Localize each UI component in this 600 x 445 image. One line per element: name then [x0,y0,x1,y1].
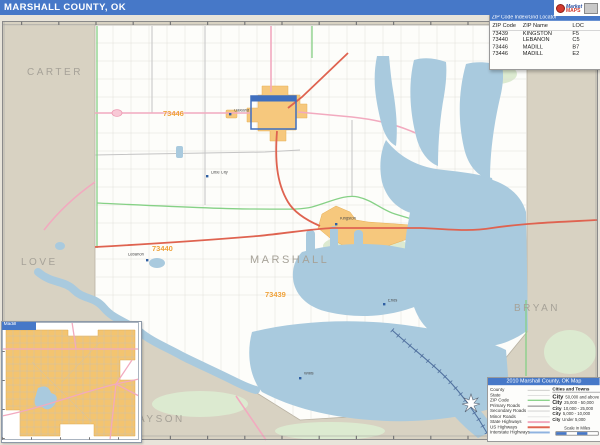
county-label-marshall: MARSHALL [250,254,329,266]
zip-row: 73439 KINGSTON F5 [492,30,600,37]
city-sample: City [552,406,561,412]
legend-label: ZIP Code [490,398,509,403]
county-label-love: LOVE [21,257,58,268]
zip-label-73440: 73440 [152,244,173,253]
legend-swatch [528,405,550,406]
logo-globe-icon [556,4,565,13]
legend-label: Primary Roads [490,404,520,409]
legend-swatch [528,400,550,401]
city-range: Under 5,000 [562,418,585,423]
madill-inset-map: Madill [1,321,142,443]
scale-bar [556,431,599,435]
map-legend: 2010 Marshall County, OK Map County Stat… [487,377,600,442]
legend-label: Secondary Roads [490,409,526,414]
legend-row: Interstate Highways [490,430,550,435]
zip-row: 73446 MADILL B7 [492,44,600,51]
zip-row: 73446 MADILL E2 [492,51,600,58]
scale-bar-box: Scale in Miles [552,426,600,435]
legend-line-column: County State ZIP Code Primary Roads Seco… [490,387,550,435]
legend-label: County [490,388,504,393]
town-label-willis: Willis [304,372,314,376]
zip-loc-cell: E2 [572,51,591,58]
col-zip-code: ZIP Code [492,23,522,30]
zip-row: 73440 LEBANON C5 [492,37,600,44]
legend-swatch [528,411,550,412]
legend-label: State Highways [490,420,522,425]
legend-cities-column: Cities and Towns City 50,000 and above C… [550,387,600,435]
county-label-bryan: BRYAN [514,303,560,314]
inset-canvas [2,322,139,440]
legend-swatch [530,432,550,434]
town-label-kingston: Kingston [340,217,356,221]
legend-swatch [528,390,550,391]
legend-label: State [490,393,501,398]
map-title-bar: MARSHALL COUNTY, OK [0,0,556,15]
zip-code-cell: 73439 [492,30,522,37]
county-label-carter: CARTER [27,67,83,78]
logo-brand-bottom: MAPS [566,9,582,13]
map-title: MARSHALL COUNTY, OK [0,0,556,13]
zip-name-cell: LEBANON [523,37,573,44]
town-label-lebanon: Lebanon [128,253,144,257]
inset-title-chip: Madill [2,322,36,330]
scale-label: Scale in Miles [552,426,600,431]
cities-header: Cities and Towns [552,387,600,392]
zip-index-header-row: ZIP Code ZIP Name LOC [492,23,600,31]
town-label-oakland: Oakland [234,109,249,113]
zip-loc-cell: B7 [572,44,591,51]
zip-loc-cell: C5 [572,37,591,44]
city-class-row: City Under 5,000 [552,418,600,424]
legend-swatch [528,416,550,417]
zip-index-table: ZIP Code Index/Grid Locator ZIP Code ZIP… [489,13,600,70]
town-label-enos: Enos [388,299,397,303]
legend-swatch [528,426,550,428]
city-range: 50,000 and above [565,395,599,400]
zip-label-73439: 73439 [265,290,286,299]
zip-code-cell: 73446 [492,44,522,51]
city-range: 10,000 - 25,000 [564,407,594,412]
city-sample: City [552,399,562,405]
city-sample: City [552,412,561,417]
zip-name-cell: MADILL [523,51,573,58]
secondary-logo [584,3,598,14]
city-range: 25,000 - 50,000 [564,401,594,406]
legend-swatch [528,421,550,423]
legend-swatch [528,395,550,396]
legend-label: US Highways [490,425,517,430]
legend-title: 2010 Marshall County, OK Map [488,378,600,385]
publisher-logo: Market MAPS [554,0,600,16]
zip-code-cell: 73446 [492,51,522,58]
zip-code-cell: 73440 [492,37,522,44]
inset-title: Madill [2,322,29,327]
col-zip-name: ZIP Name [523,23,573,30]
highway-marker-oval [112,110,122,117]
col-loc: LOC [572,23,591,30]
zip-name-cell: MADILL [523,44,573,51]
zip-label-73446: 73446 [163,109,184,118]
marshall-county-map-page: { "header": { "title": "MARSHALL COUNTY,… [0,0,600,442]
zip-loc-cell: F5 [572,30,591,37]
legend-label: Minor Roads [490,414,516,419]
legend-label: Interstate Highways [490,430,530,435]
town-label-little-city: Little City [211,171,228,175]
city-range: 5,000 - 10,000 [563,412,590,417]
city-sample: City [552,418,560,423]
zip-name-cell: KINGSTON [523,30,573,37]
